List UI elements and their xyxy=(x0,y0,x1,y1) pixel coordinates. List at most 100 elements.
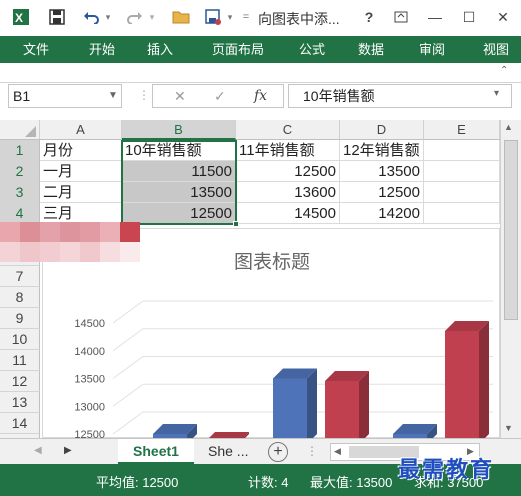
redo-icon[interactable] xyxy=(124,6,146,28)
bar-11年销售额-三月[interactable] xyxy=(445,331,479,439)
row-header[interactable]: 3 xyxy=(0,182,40,203)
excel-icon[interactable]: X xyxy=(10,6,32,28)
help-button[interactable]: ? xyxy=(356,6,382,28)
scrollbar-thumb[interactable] xyxy=(504,140,518,320)
cell-a2[interactable]: 一月 xyxy=(40,161,122,182)
bar-10年销售额-二月[interactable] xyxy=(273,378,307,440)
tab-insert[interactable]: 插入 xyxy=(134,36,186,63)
open-folder-icon[interactable] xyxy=(170,6,192,28)
status-count[interactable]: 计数: 4 xyxy=(248,472,288,491)
tab-formulas[interactable]: 公式 xyxy=(286,36,338,63)
sheet-prev-icon[interactable]: ◀ xyxy=(34,445,42,456)
row-header[interactable]: 1 xyxy=(0,140,40,161)
enter-icon[interactable]: ✓ xyxy=(214,84,226,108)
tab-data[interactable]: 数据 xyxy=(345,36,397,63)
cell-b1[interactable]: 10年销售额 xyxy=(122,140,236,161)
svg-text:X: X xyxy=(15,11,23,25)
column-header[interactable]: E xyxy=(424,120,500,140)
watermark-text: 最需教育 xyxy=(398,457,495,483)
tab-review[interactable]: 审阅 xyxy=(406,36,458,63)
cell-e3[interactable] xyxy=(424,182,500,203)
y-tick-label: 13000 xyxy=(74,401,105,413)
cell-b2[interactable]: 11500 xyxy=(122,161,236,182)
name-box-dropdown-icon[interactable]: ▼ xyxy=(104,84,122,108)
window-title: 向图表中添... xyxy=(258,11,340,27)
row-header[interactable]: 11 xyxy=(0,350,40,371)
row-header[interactable]: 4 xyxy=(0,203,40,224)
tab-view[interactable]: 视图 xyxy=(470,36,521,63)
bar-11年销售额-二月[interactable] xyxy=(325,380,359,439)
bar-side xyxy=(479,321,489,439)
tab-page-layout[interactable]: 页面布局 xyxy=(198,36,278,63)
save-as-icon[interactable] xyxy=(202,6,224,28)
bar-side xyxy=(359,370,369,439)
select-all-corner[interactable] xyxy=(0,120,40,140)
fill-handle[interactable] xyxy=(233,221,239,227)
formula-input[interactable]: 10年销售额 xyxy=(288,84,512,108)
y-tick-label: 14000 xyxy=(74,346,105,358)
save-icon[interactable] xyxy=(46,6,68,28)
row-header[interactable]: 9 xyxy=(0,308,40,329)
column-header[interactable]: D xyxy=(340,120,424,140)
row-header[interactable]: 10 xyxy=(0,329,40,350)
separator-icon: = xyxy=(242,11,250,23)
row-header[interactable]: 12 xyxy=(0,371,40,392)
cell-c2[interactable]: 12500 xyxy=(236,161,340,182)
cell-d2[interactable]: 13500 xyxy=(340,161,424,182)
gridline xyxy=(112,300,493,324)
cell-c4[interactable]: 14500 xyxy=(236,203,340,224)
undo-icon[interactable] xyxy=(80,6,102,28)
column-header[interactable]: A xyxy=(40,120,122,140)
cell-c1[interactable]: 11年销售额 xyxy=(236,140,340,161)
status-average[interactable]: 平均值: 12500 xyxy=(96,472,178,491)
add-sheet-button[interactable]: + xyxy=(268,442,288,462)
cell-a1[interactable]: 月份 xyxy=(40,140,122,161)
customize-qat-icon[interactable]: ▾ xyxy=(224,6,236,28)
y-tick-label: 13500 xyxy=(74,374,105,386)
undo-dropdown-icon[interactable]: ▾ xyxy=(102,6,114,28)
scroll-left-icon[interactable]: ◀ xyxy=(334,446,341,457)
row-header[interactable]: 2 xyxy=(0,161,40,182)
sheet-tab-more[interactable]: She ... xyxy=(200,439,256,465)
formula-expand-icon[interactable]: ▾ xyxy=(494,88,499,99)
restore-button[interactable]: ☐ xyxy=(456,6,482,28)
vertical-scrollbar[interactable]: ▲ ▼ xyxy=(500,120,521,438)
cell-d4[interactable]: 14200 xyxy=(340,203,424,224)
sheet-tab-sheet1[interactable]: Sheet1 xyxy=(118,439,194,465)
ribbon-display-button[interactable] xyxy=(388,6,414,28)
gridline xyxy=(112,328,493,352)
insert-function-icon[interactable]: fx xyxy=(254,84,267,108)
ribbon-tabs: 文件 开始 插入 页面布局 公式 数据 审阅 视图 xyxy=(0,36,521,63)
cell-c3[interactable]: 13600 xyxy=(236,182,340,203)
bar-side xyxy=(307,368,317,439)
cell-e2[interactable] xyxy=(424,161,500,182)
tab-file[interactable]: 文件 xyxy=(0,36,72,63)
row-header[interactable]: 14 xyxy=(0,413,40,434)
row-header[interactable]: 13 xyxy=(0,392,40,413)
y-tick-label: 14500 xyxy=(74,318,105,330)
column-header[interactable]: C xyxy=(236,120,340,140)
column-header[interactable]: B xyxy=(122,120,236,140)
ribbon-expand-icon[interactable]: ⌃ xyxy=(500,65,508,76)
status-max[interactable]: 最大值: 13500 xyxy=(310,472,392,491)
scroll-down-icon[interactable]: ▼ xyxy=(504,423,513,433)
row-header[interactable]: 8 xyxy=(0,287,40,308)
cell-a3[interactable]: 二月 xyxy=(40,182,122,203)
sheet-next-icon[interactable]: ▶ xyxy=(64,445,72,456)
cell-d3[interactable]: 12500 xyxy=(340,182,424,203)
redo-dropdown-icon[interactable]: ▾ xyxy=(146,6,158,28)
cancel-icon[interactable]: ✕ xyxy=(174,84,186,108)
tab-home[interactable]: 开始 xyxy=(76,36,128,63)
cell-d1[interactable]: 12年销售额 xyxy=(340,140,424,161)
tab-splitter-icon[interactable]: ⋮ xyxy=(306,444,318,458)
scroll-up-icon[interactable]: ▲ xyxy=(504,122,513,132)
ribbon-collapsed-area: ⌃ xyxy=(0,63,521,83)
cell-b3[interactable]: 13500 xyxy=(122,182,236,203)
row-header[interactable]: 7 xyxy=(0,266,40,287)
cell-b4[interactable]: 12500 xyxy=(122,203,236,224)
cell-a4[interactable]: 三月 xyxy=(40,203,122,224)
cell-e4[interactable] xyxy=(424,203,500,224)
close-button[interactable]: ✕ xyxy=(490,6,516,28)
cell-e1[interactable] xyxy=(424,140,500,161)
minimize-button[interactable]: — xyxy=(422,6,448,28)
